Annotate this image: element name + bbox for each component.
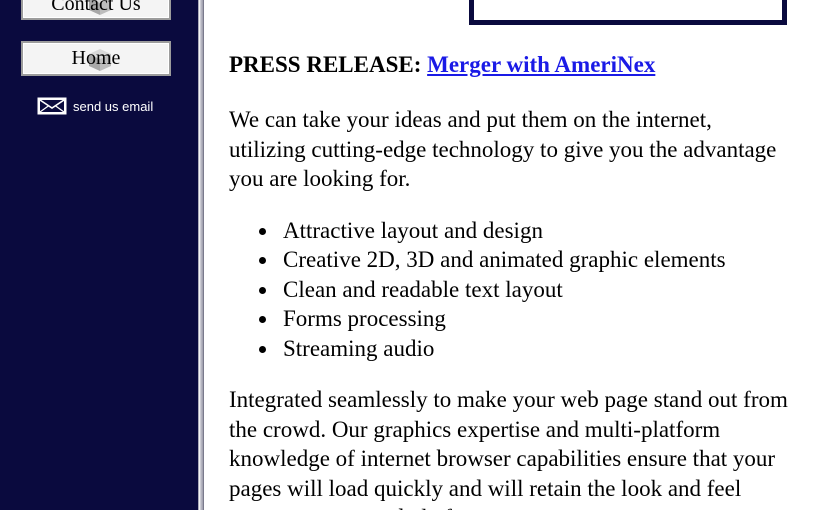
cube-graphic-icon — [474, 0, 782, 20]
sidebar: Contact Us Home send us email — [0, 0, 198, 510]
envelope-icon — [37, 97, 67, 115]
features-list: Attractive layout and design Creative 2D… — [229, 216, 789, 364]
closing-paragraph: Integrated seamlessly to make your web p… — [229, 387, 788, 510]
list-item: Clean and readable text layout — [259, 275, 789, 305]
contact-us-button[interactable]: Contact Us — [21, 0, 171, 20]
send-email-label: send us email — [73, 98, 154, 114]
send-email-link[interactable]: send us email — [37, 97, 153, 115]
banner-graphic — [474, 0, 782, 20]
home-label: Home — [71, 47, 121, 69]
intro-paragraph: We can take your ideas and put them on t… — [229, 107, 777, 191]
main-content: PRESS RELEASE: Merger with AmeriNex We c… — [229, 50, 789, 510]
press-release-heading: PRESS RELEASE: Merger with AmeriNex — [229, 50, 789, 80]
home-button[interactable]: Home — [21, 41, 171, 76]
press-release-prefix: PRESS RELEASE: — [229, 52, 422, 77]
list-item: Creative 2D, 3D and animated graphic ele… — [259, 245, 789, 275]
list-item: Forms processing — [259, 304, 789, 334]
merger-link[interactable]: Merger with AmeriNex — [427, 52, 655, 77]
list-item: Streaming audio — [259, 334, 789, 364]
list-item: Attractive layout and design — [259, 216, 789, 246]
contact-us-label: Contact Us — [51, 0, 141, 15]
sidebar-divider — [198, 0, 204, 510]
banner-image — [469, 0, 787, 25]
